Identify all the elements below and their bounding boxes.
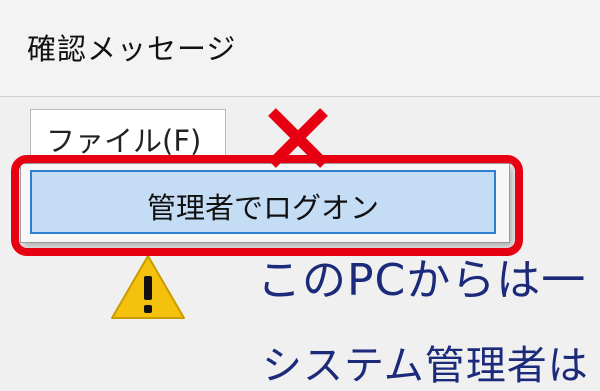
cross-mark-icon [268, 108, 328, 168]
title-bar: 確認メッセージ [0, 0, 600, 96]
warning-icon [111, 255, 185, 319]
window-title: 確認メッセージ [27, 32, 237, 66]
message-text-line2: システム管理者は [262, 343, 589, 389]
menu-file-label: ファイル(F) [46, 124, 202, 158]
confirm-dialog: 確認メッセージ ファイル(F) このPCからは一 システム管理者は 管理者でログ… [0, 0, 600, 389]
